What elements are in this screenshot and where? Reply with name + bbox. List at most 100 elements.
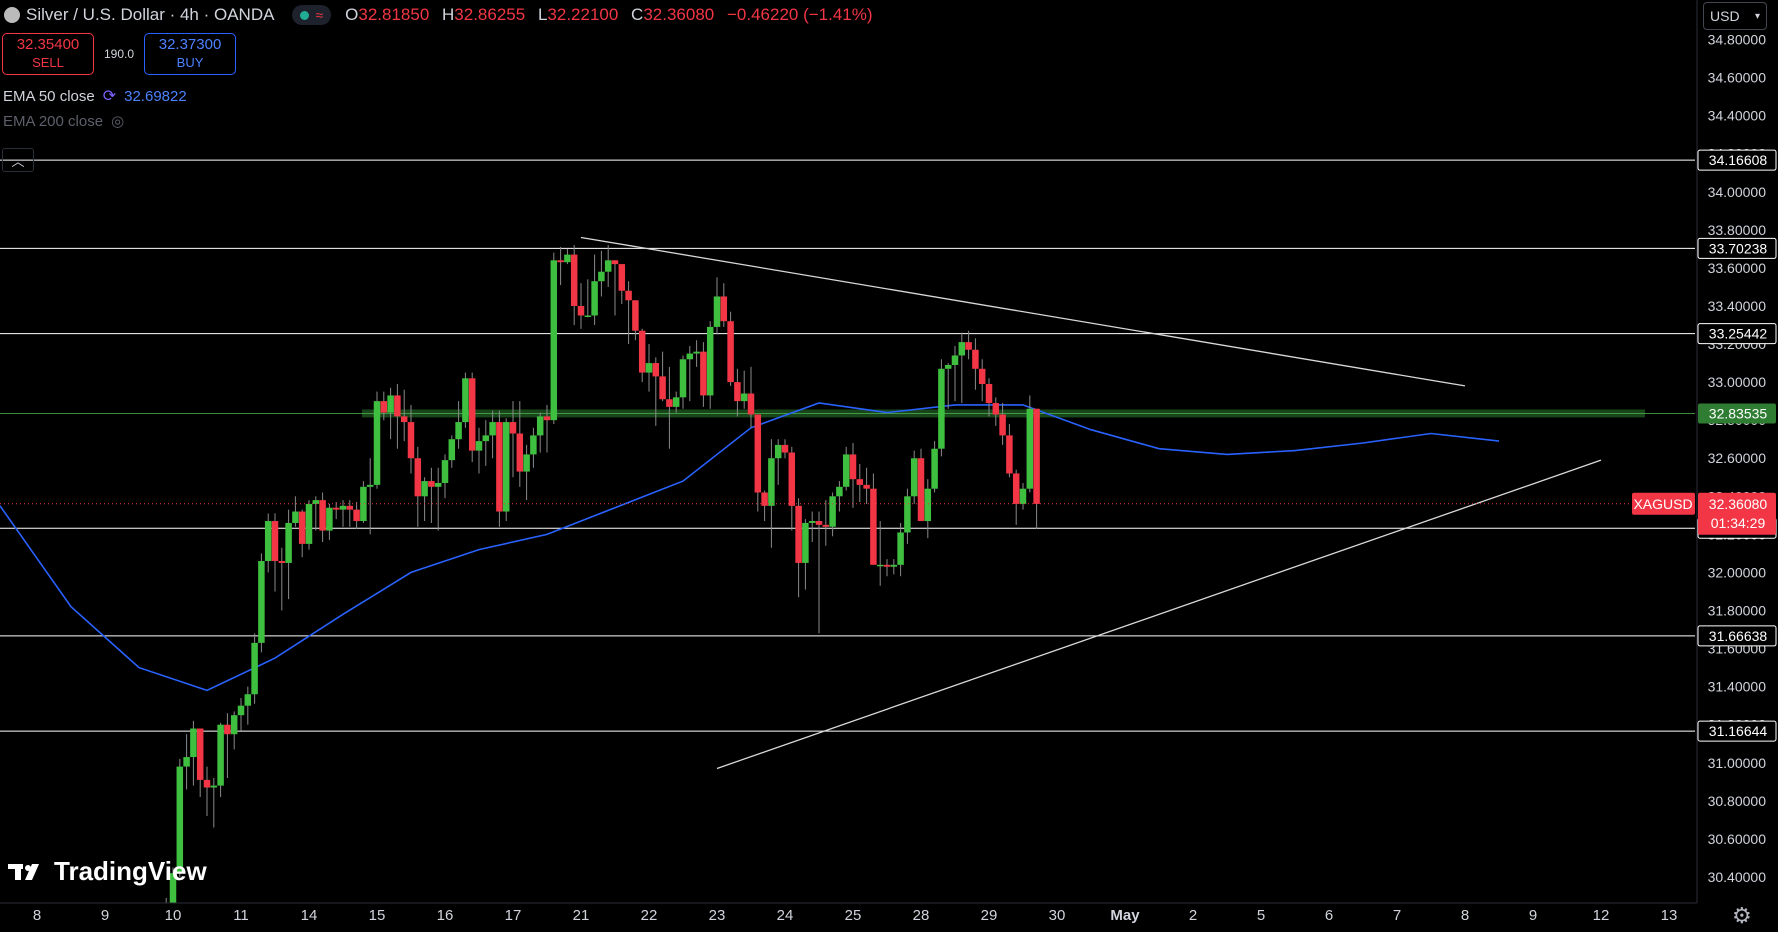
y-tick-label: 33.40000 (1708, 298, 1767, 314)
candle-down-body (856, 479, 864, 485)
indicator-ema50-value: 32.69822 (124, 87, 187, 105)
candle-up-body (434, 482, 442, 487)
candle-down-body (985, 384, 993, 404)
y-tick-label: 31.80000 (1708, 603, 1767, 619)
candle-up-body (591, 281, 598, 316)
change-value: −0.46220 (−1.41%) (726, 5, 873, 24)
chevron-up-icon: ︿ (11, 153, 25, 169)
indicator-ema50[interactable]: EMA 50 close ⟳ 32.69822 (3, 86, 187, 106)
symbol-title[interactable]: Silver / U.S. Dollar · 4h · OANDA (26, 5, 274, 25)
candle-down-body (883, 564, 891, 567)
candle-up-body (312, 500, 320, 504)
refresh-icon[interactable]: ⟳ (103, 86, 116, 106)
buy-button[interactable]: 32.37300 BUY (144, 33, 237, 75)
candle (727, 311, 734, 386)
level-label: 34.16608 (1709, 152, 1768, 168)
candle-up-body (482, 435, 490, 442)
candle-up-body (564, 254, 571, 263)
candle-up-body (536, 416, 544, 436)
candle-down-body (747, 393, 755, 415)
sell-price: 32.35400 (16, 36, 80, 53)
candle-up-body (264, 521, 272, 562)
indicator-ema200-label: EMA 200 close (3, 112, 104, 130)
candle-down-body (863, 484, 870, 489)
gear-icon[interactable]: ⚙ (1732, 903, 1752, 929)
candle-up-body (1019, 488, 1027, 504)
level-label: 33.70238 (1709, 240, 1768, 256)
candle-up-body (910, 458, 918, 497)
x-tick-label: 11 (233, 907, 249, 924)
sell-button[interactable]: 32.35400 SELL (2, 33, 94, 75)
candle-up-body (530, 435, 537, 455)
candle-up-body (448, 439, 456, 461)
candle-down-body (999, 414, 1006, 436)
silver-coin-icon (4, 7, 20, 23)
candle-up-body (550, 260, 558, 421)
time-axis: 8 9 10 11 14 15 16 17 21 22 23 24 25 28 29 30 May 2 5 6 7 8 9 1… (0, 902, 1697, 932)
x-tick-label: 2 (1189, 907, 1197, 924)
candle-up-body (366, 484, 374, 487)
candle-down-body (557, 260, 564, 263)
y-tick-label: 34.00000 (1708, 184, 1767, 200)
chart-header: Silver / U.S. Dollar · 4h · OANDA ≈ O32.… (0, 0, 881, 30)
hidden-eye-icon[interactable]: ◎ (111, 112, 124, 130)
candle-up-body (251, 642, 258, 695)
candle-down-body (754, 414, 762, 493)
candle-up-body (462, 378, 469, 423)
level-label: 31.16644 (1709, 723, 1768, 739)
tv-mark-icon (8, 863, 39, 880)
x-tick-label: 8 (1461, 907, 1469, 924)
candle (305, 500, 313, 550)
x-tick-label: 6 (1325, 907, 1333, 924)
x-tick-label: 9 (1529, 907, 1537, 924)
candle-up-body (373, 401, 381, 485)
candle-up-body (706, 326, 714, 396)
candle-up-body (890, 564, 898, 567)
low-value: 32.22100 (547, 5, 619, 24)
candle (550, 252, 558, 424)
countdown-tag: 01:34:29 (1711, 515, 1766, 531)
candle-up-body (768, 458, 775, 506)
candle (360, 481, 367, 523)
candle-up-body (326, 507, 333, 531)
tradingview-logo: TradingView (8, 856, 207, 887)
candle-up-body (584, 315, 592, 317)
y-tick-label: 32.60000 (1708, 450, 1767, 466)
candle (931, 441, 938, 493)
candle-up-body (598, 271, 605, 282)
candle-down-body (516, 433, 524, 472)
ohlc-readout: O32.81850 H32.86255 L32.22100 C32.36080 … (345, 5, 873, 24)
candle-down-body (734, 382, 741, 402)
candle-down-body (196, 728, 204, 780)
candle-up-body (258, 561, 265, 643)
candle (251, 633, 258, 704)
y-tick-label: 30.60000 (1708, 831, 1767, 847)
candle-up-body (897, 532, 904, 565)
close-value: 32.36080 (643, 5, 715, 24)
candle-up-body (693, 351, 700, 354)
x-tick-label: 17 (505, 907, 522, 924)
logo-text: TradingView (54, 856, 207, 886)
candle-down-body (618, 264, 626, 291)
market-status-pill[interactable]: ≈ (292, 5, 332, 25)
candle-down-body (611, 260, 619, 265)
candle-up-body (686, 353, 694, 360)
candle-down-body (353, 509, 360, 522)
candle-down-body (795, 505, 802, 563)
candle-down-body (652, 363, 660, 377)
x-tick-label: 21 (573, 907, 590, 924)
candle-up-body (285, 522, 292, 563)
candle-down-body (727, 321, 734, 383)
candle-down-body (407, 422, 415, 459)
candle-up-body (713, 296, 721, 327)
currency-select[interactable]: USD ▾ (1703, 2, 1767, 30)
collapse-legend-button[interactable]: ︿ (2, 148, 34, 172)
candle-up-body (802, 522, 809, 563)
candle-down-body (1012, 473, 1020, 504)
candle-up-body (502, 422, 510, 512)
zone-label: 32.83535 (1709, 405, 1768, 421)
price-chart[interactable]: 30.4000030.6000030.8000031.0000031.20000… (0, 0, 1778, 932)
level-label: 33.25442 (1709, 326, 1768, 342)
indicator-ema200[interactable]: EMA 200 close ◎ (3, 112, 124, 131)
candle-up-body (305, 503, 313, 544)
